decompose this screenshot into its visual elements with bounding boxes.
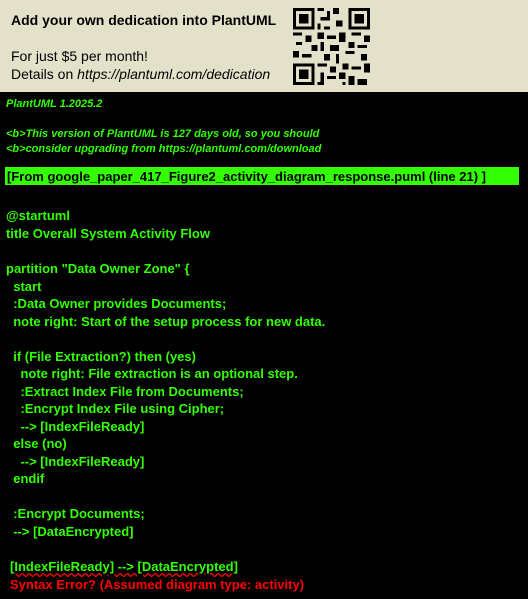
upgrade-warning-line-1: <b>This version of PlantUML is 127 days … [6, 128, 320, 140]
banner-details-line: Details on https://plantuml.com/dedicati… [11, 66, 270, 82]
code-line: title Overall System Activity Flow [6, 226, 210, 241]
syntax-error-message: Syntax Error? (Assumed diagram type: act… [10, 577, 305, 592]
banner-price-line: For just $5 per month! [11, 48, 148, 64]
upgrade-warning-line-2: <b>consider upgrading from https://plant… [6, 143, 322, 155]
code-line: note right: File extraction is an option… [6, 366, 298, 381]
code-line: @startuml [6, 208, 70, 223]
code-line: note right: Start of the setup process f… [6, 314, 326, 329]
code-line: :Data Owner provides Documents; [6, 296, 227, 311]
code-line: start [6, 279, 42, 294]
code-line: :Encrypt Index File using Cipher; [6, 401, 225, 416]
source-reference: [From google_paper_417_Figure2_activity_… [4, 166, 520, 186]
error-code-line: [IndexFileReady] --> [DataEncrypted] [10, 559, 238, 574]
code-line: --> [DataEncrypted] [6, 524, 134, 539]
banner-details-prefix: Details on [11, 66, 78, 82]
code-line: if (File Extraction?) then (yes) [6, 349, 196, 364]
code-line: :Extract Index File from Documents; [6, 384, 244, 399]
code-line: endif [6, 471, 45, 486]
code-line: :Encrypt Documents; [6, 506, 145, 521]
code-line: --> [IndexFileReady] [6, 454, 145, 469]
code-line: else (no) [6, 436, 67, 451]
banner-headline: Add your own dedication into PlantUML [11, 12, 277, 28]
dedication-banner: Add your own dedication into PlantUML Fo… [0, 0, 528, 92]
code-line: --> [IndexFileReady] [6, 419, 145, 434]
qr-code-icon [293, 8, 370, 85]
banner-details-link[interactable]: https://plantuml.com/dedication [77, 66, 270, 82]
plantuml-version: PlantUML 1.2025.2 [6, 98, 103, 110]
code-line: partition "Data Owner Zone" { [6, 261, 190, 276]
